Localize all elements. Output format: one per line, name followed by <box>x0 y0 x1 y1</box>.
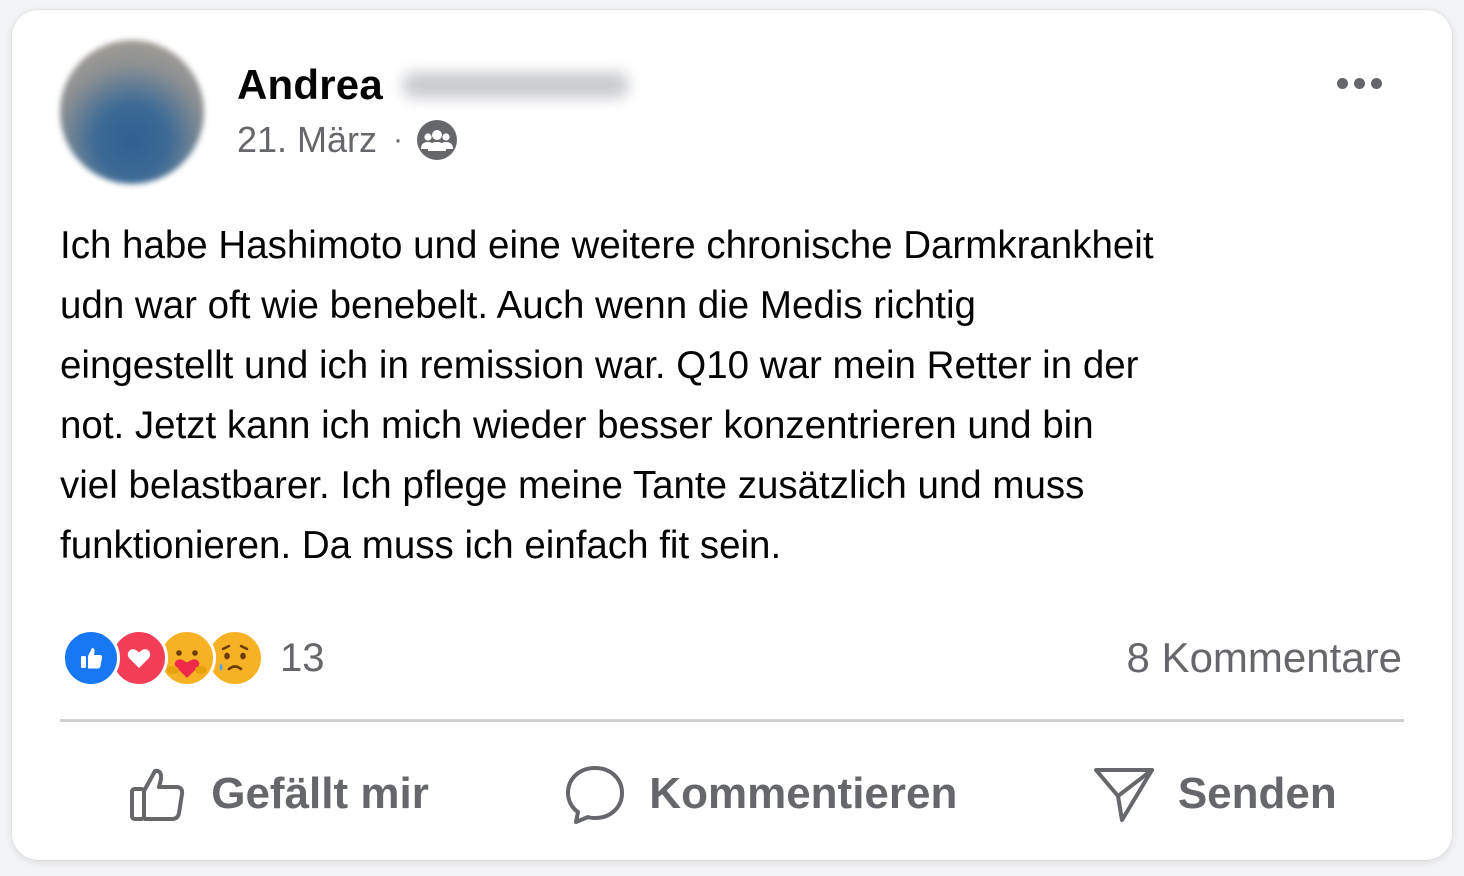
reaction-count[interactable]: 13 <box>280 636 325 681</box>
comment-button[interactable]: Kommentieren <box>533 752 987 836</box>
send-button-label: Senden <box>1177 769 1337 818</box>
send-button[interactable]: Senden <box>1062 752 1367 836</box>
actions-divider <box>60 719 1404 722</box>
author-row: Andrea <box>237 61 628 109</box>
more-horizontal-icon-dot <box>1354 78 1365 89</box>
post-card: Andrea 21. März · Ich habe Hashimoto und… <box>12 10 1452 860</box>
more-options-button[interactable] <box>1331 72 1388 95</box>
friends-group-icon[interactable] <box>417 120 458 160</box>
more-horizontal-icon-dot <box>1371 78 1382 89</box>
speech-bubble-icon <box>563 762 627 826</box>
author-avatar[interactable] <box>60 40 204 184</box>
thumbs-up-icon <box>127 763 189 825</box>
send-arrow-icon <box>1092 762 1156 826</box>
post-action-bar: Gefällt mir Kommentieren Senden <box>60 742 1404 846</box>
post-date[interactable]: 21. März <box>237 119 377 161</box>
more-horizontal-icon-dot <box>1337 78 1348 89</box>
comment-button-label: Kommentieren <box>649 769 958 818</box>
like-button-label: Gefällt mir <box>211 769 429 818</box>
reactions-summary[interactable]: 13 <box>62 628 325 688</box>
comments-count-link[interactable]: 8 Kommentare <box>1127 630 1402 686</box>
like-button[interactable]: Gefällt mir <box>97 753 459 835</box>
post-meta: 21. März · <box>237 119 458 161</box>
post-text: Ich habe Hashimoto und eine weitere chro… <box>60 224 1154 567</box>
meta-separator: · <box>393 123 404 156</box>
author-name[interactable]: Andrea <box>237 61 383 109</box>
like-reaction-icon <box>62 629 120 687</box>
author-surname-redacted <box>402 72 628 98</box>
